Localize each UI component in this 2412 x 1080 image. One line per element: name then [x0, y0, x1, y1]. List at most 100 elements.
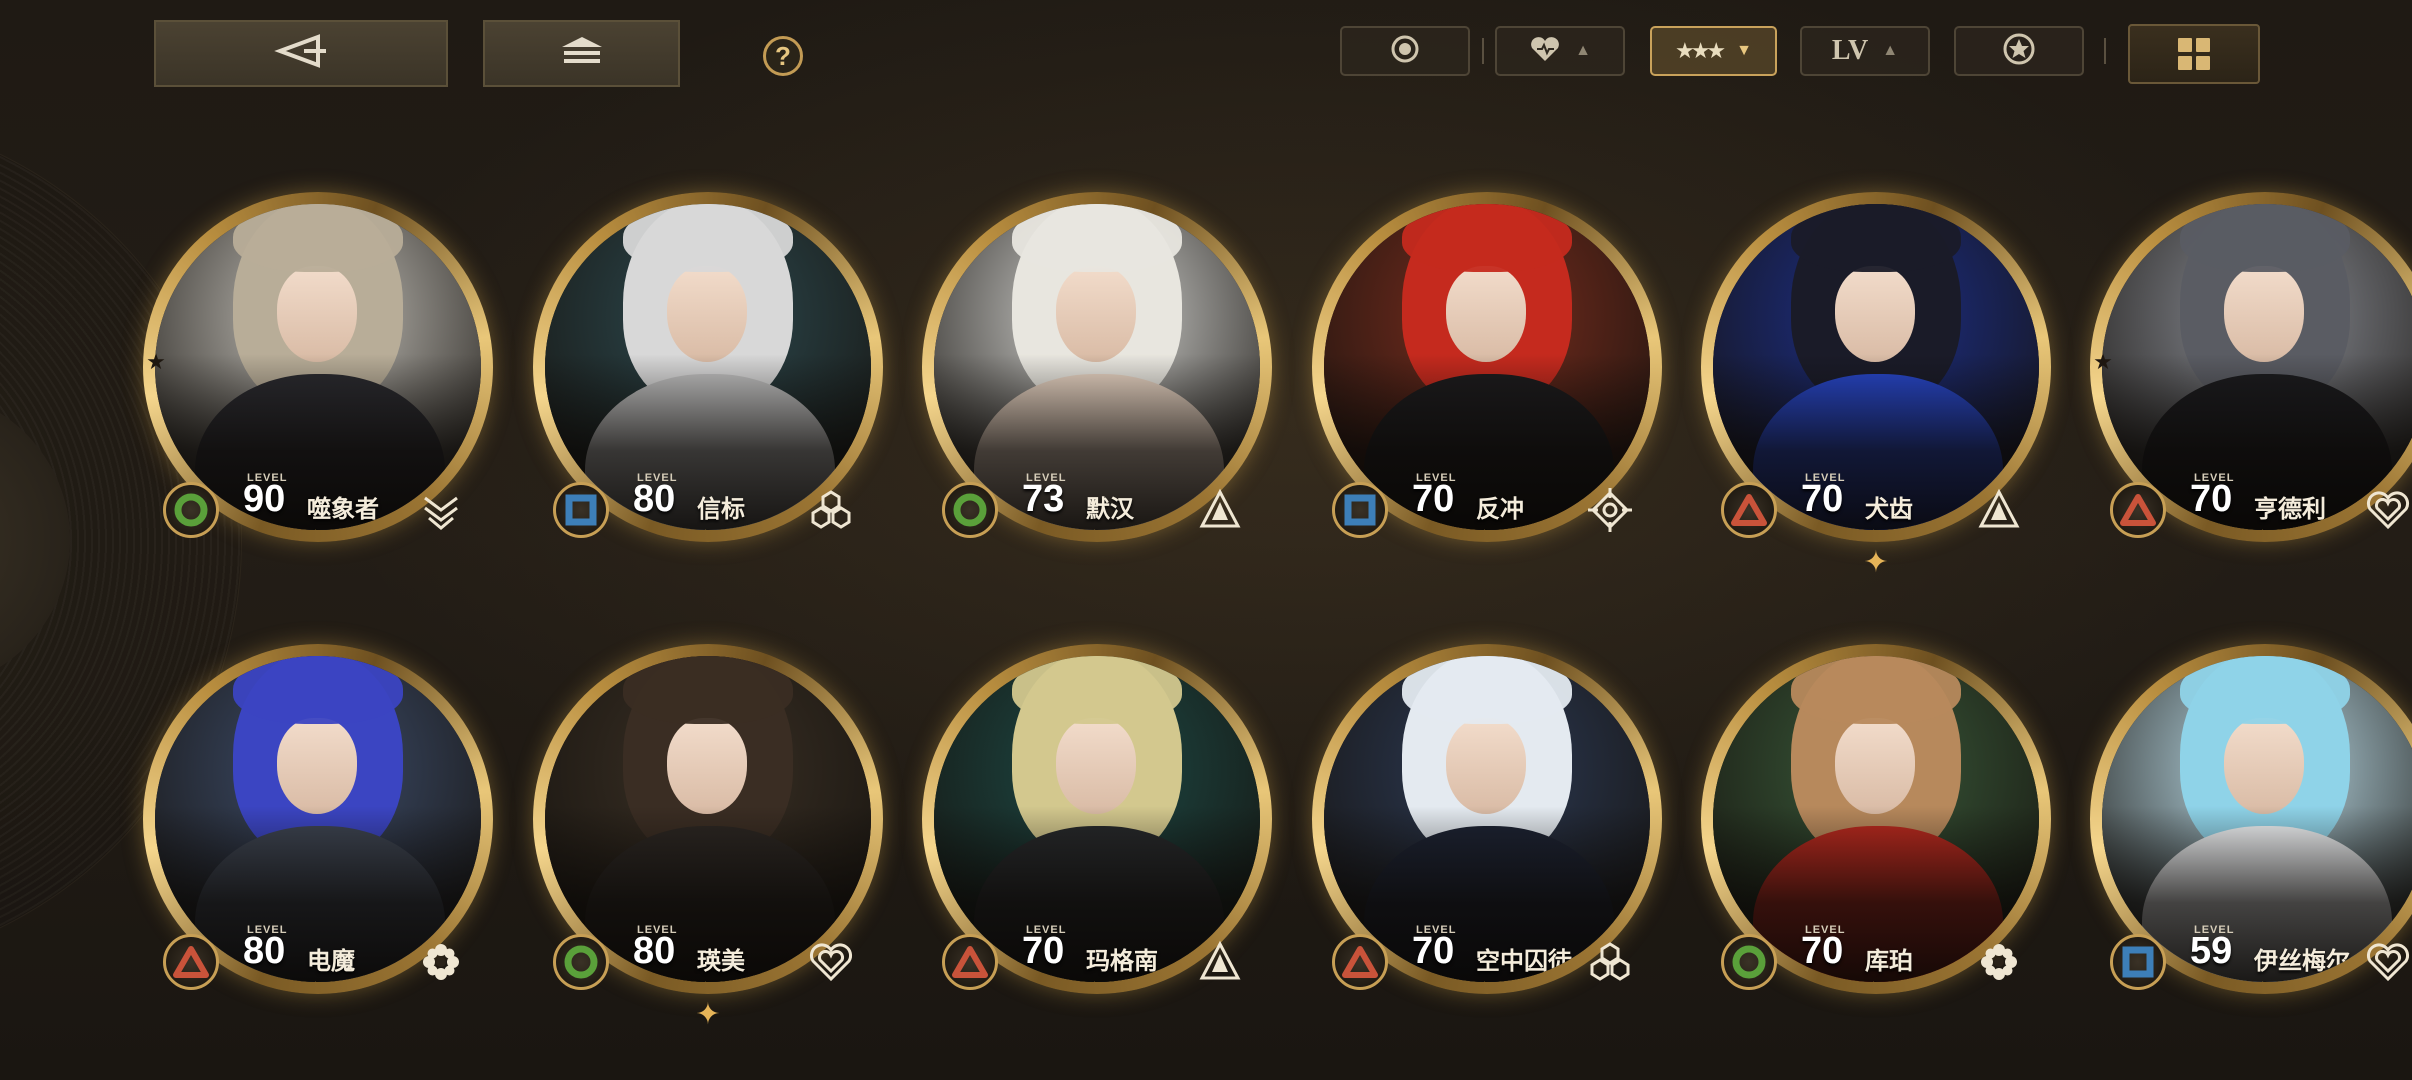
character-level: 90 [243, 478, 286, 520]
spike-triangle-icon [1192, 934, 1248, 990]
character-card[interactable]: LEVEL 59 伊丝梅尔 III ★★★★★ [2090, 644, 2412, 994]
spike-triangle-icon [1971, 482, 2027, 538]
sort-arrow: ▲ [1882, 42, 1899, 59]
diamond-ornament-icon: ✦ [695, 997, 721, 1032]
chevron-shield-icon [413, 482, 469, 538]
heart-knot-icon [2360, 934, 2412, 990]
character-name: 反冲 [1476, 495, 1524, 523]
character-rank: IV [251, 522, 289, 530]
element-square-icon [553, 482, 609, 538]
character-card[interactable]: LEVEL 70 亨德利 IV ★★★★★ [2090, 192, 2412, 542]
character-rank: IV [2198, 522, 2236, 530]
element-circle-icon [1721, 934, 1777, 990]
flower-icon [413, 934, 469, 990]
element-triangle-icon [1332, 934, 1388, 990]
star-rating: ★★★★★★ [697, 526, 794, 530]
element-circle-icon [553, 934, 609, 990]
favorite-filter-button[interactable] [1954, 26, 2084, 76]
star-rating: ★★★★★★ [1086, 526, 1183, 530]
character-rank: IV [251, 974, 289, 982]
star-ornament-icon: ★ [2093, 350, 2113, 375]
character-rank: III [1809, 974, 1849, 982]
character-rank: III [2198, 974, 2238, 982]
star-rating: ★★★★★★ [697, 978, 794, 982]
character-card[interactable]: LEVEL 80 电魔 IV ★★★★★★ [143, 644, 493, 994]
character-level: 70 [1801, 930, 1844, 972]
character-level: 80 [633, 478, 676, 520]
element-triangle-icon [1721, 482, 1777, 538]
character-level: 70 [1022, 930, 1065, 972]
character-rank: IV [641, 974, 679, 982]
element-triangle-icon [2110, 482, 2166, 538]
character-card[interactable]: LEVEL 73 默汉 IV ★★★★★★ [922, 192, 1272, 542]
character-level: 80 [633, 930, 676, 972]
heart-knot-icon [803, 934, 859, 990]
star-ornament-icon: ★ [146, 350, 166, 375]
home-button[interactable] [483, 20, 680, 87]
affinity-sort-button[interactable]: ▲ [1495, 26, 1625, 76]
character-card[interactable]: LEVEL 70 库珀 III ★★★★★★ [1701, 644, 2051, 994]
character-level: 59 [2190, 930, 2233, 972]
element-filter-button[interactable] [1340, 26, 1470, 76]
star-rating: ★★★★★★ [307, 526, 404, 530]
home-icon [558, 33, 606, 74]
character-card[interactable]: LEVEL 80 信标 IV ★★★★★★ [533, 192, 883, 542]
character-name: 亨德利 [2254, 495, 2326, 523]
back-triangle-icon [274, 31, 328, 76]
character-name: 玛格南 [1086, 947, 1158, 975]
character-rank: III [1420, 974, 1460, 982]
crosshair-icon [1582, 482, 1638, 538]
character-name: 伊丝梅尔 [2254, 947, 2350, 975]
star-rating: ★★★★★★ [1865, 978, 1962, 982]
character-rank: III [1420, 522, 1460, 530]
diamond-ornament-icon: ✦ [1863, 545, 1889, 580]
character-card[interactable]: LEVEL 70 空中囚徒 III ★★★★★★ [1312, 644, 1662, 994]
help-button[interactable]: ? [763, 36, 803, 76]
element-triangle-icon [163, 934, 219, 990]
element-square-icon [2110, 934, 2166, 990]
character-card[interactable]: LEVEL 80 瑛美 IV ★★★★★★ [533, 644, 883, 994]
character-card[interactable]: LEVEL 70 犬齿 IV ★★★★★★ [1701, 192, 2051, 542]
grid-view-button[interactable] [2128, 24, 2260, 84]
star-rating: ★★★★★★ [1476, 978, 1573, 982]
hex-cluster-icon [1582, 934, 1638, 990]
character-level: 70 [1412, 478, 1455, 520]
element-triangle-icon [942, 934, 998, 990]
character-level: 80 [243, 930, 286, 972]
element-circle-icon [163, 482, 219, 538]
help-label: ? [775, 40, 791, 71]
character-rank: IV [641, 522, 679, 530]
sort-arrow: ▲ [1575, 42, 1591, 59]
star-rating: ★★★★★★ [1865, 526, 1962, 530]
character-level: 70 [2190, 478, 2233, 520]
character-name: 瑛美 [697, 947, 745, 975]
hex-cluster-icon [803, 482, 859, 538]
star-rating: ★★★★★ [2254, 978, 2335, 982]
level-sort-button[interactable]: LV ▲ [1800, 26, 1930, 76]
character-card[interactable]: LEVEL 70 反冲 III ★★★★★★ [1312, 192, 1662, 542]
rarity-sort-button[interactable]: ★★★ ▼ [1650, 26, 1777, 76]
element-circle-icon [942, 482, 998, 538]
heart-knot-icon [2360, 482, 2412, 538]
divider [1482, 38, 1484, 64]
back-button[interactable] [154, 20, 448, 87]
character-level: 73 [1022, 478, 1065, 520]
character-name: 空中囚徒 [1476, 947, 1572, 975]
target-icon [1390, 34, 1420, 69]
character-rank: IV [1030, 974, 1068, 982]
stars-icon: ★★★ [1674, 38, 1726, 63]
star-rating: ★★★★★ [2254, 526, 2335, 530]
heart-icon [1529, 35, 1561, 68]
star-rating: ★★★★★★ [1086, 978, 1183, 982]
star-badge-icon [2002, 32, 2036, 71]
level-sort-label: LV [1831, 35, 1869, 66]
flower-icon [1971, 934, 2027, 990]
character-name: 电魔 [307, 947, 355, 975]
character-card[interactable]: LEVEL 90 噬象者 IV ★★★★★★ [143, 192, 493, 542]
character-name: 信标 [697, 495, 745, 523]
character-level: 70 [1801, 478, 1844, 520]
spike-triangle-icon [1192, 482, 1248, 538]
character-level: 70 [1412, 930, 1455, 972]
character-card[interactable]: LEVEL 70 玛格南 IV ★★★★★★ [922, 644, 1272, 994]
character-name: 噬象者 [307, 495, 379, 523]
